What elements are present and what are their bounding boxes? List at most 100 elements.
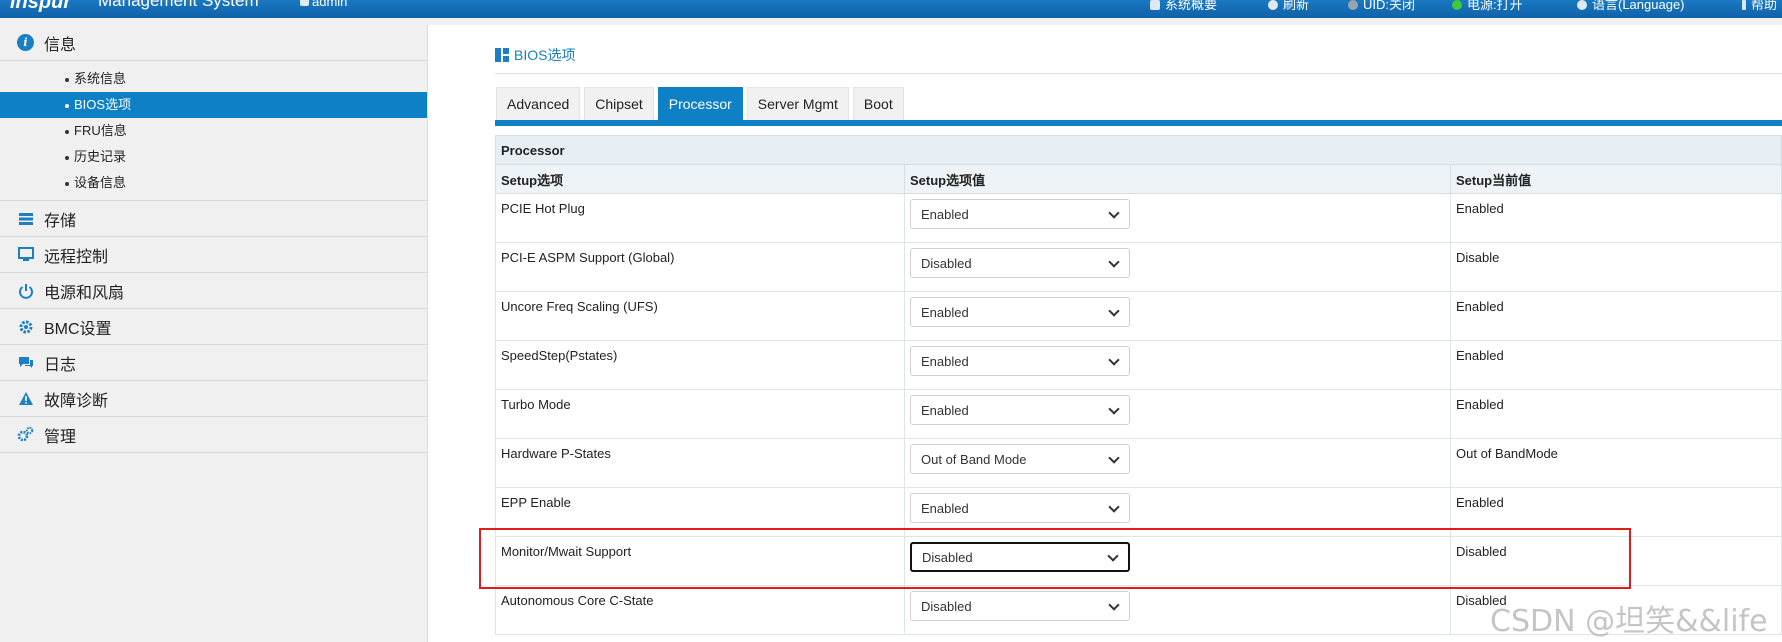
top-header: inspur Management System admin 系统概要 刷新 U… <box>0 0 1782 18</box>
tab-processor[interactable]: Processor <box>657 87 743 120</box>
language-icon <box>1577 0 1587 10</box>
setting-value-cell: Disabled <box>904 536 1451 586</box>
section-title: Processor <box>495 135 1782 165</box>
sidebar-item-diagnostics[interactable]: 故障诊断 <box>0 381 427 417</box>
setting-name: SpeedStep(Pstates) <box>495 340 905 390</box>
page-title: BIOS选项 <box>495 45 575 65</box>
sidebar-item-logs[interactable]: 日志 <box>0 345 427 381</box>
power-status-icon <box>1452 0 1462 10</box>
help-icon <box>1742 0 1746 10</box>
header-uid-status[interactable]: UID:关闭 <box>1348 0 1415 13</box>
setting-value-cell: Enabled <box>904 487 1451 537</box>
tab-advanced[interactable]: Advanced <box>496 87 581 120</box>
setting-current-value: Out of BandMode <box>1450 438 1782 488</box>
system-title: Management System <box>98 0 259 10</box>
setting-current-value: Enabled <box>1450 291 1782 341</box>
chat-icon <box>17 354 34 371</box>
chevron-down-icon <box>1109 601 1119 611</box>
sidebar-item-remote-control[interactable]: 远程控制 <box>0 237 427 273</box>
sidebar-subitem-system-info[interactable]: 系统信息 <box>0 66 427 92</box>
header-language-menu[interactable]: 语言(Language) <box>1577 0 1685 13</box>
panel-grid-icon <box>495 48 509 62</box>
brand-logo: inspur <box>10 0 72 13</box>
table-body: PCIE Hot Plug Enabled Enabled PCI-E ASPM Su… <box>495 193 1782 635</box>
sidebar-subitem-bios-options[interactable]: BIOS选项 <box>0 92 427 118</box>
setting-name: Autonomous Core C-State <box>495 585 905 635</box>
setting-value-cell: Enabled <box>904 389 1451 439</box>
sidebar-item-info[interactable]: i 信息 <box>0 25 427 61</box>
main-content: BIOS选项 Advanced Chipset Processor Server… <box>428 25 1782 642</box>
chevron-down-icon <box>1108 552 1118 562</box>
header-help-link[interactable]: 帮助 <box>1742 0 1777 13</box>
uid-icon <box>1348 0 1358 10</box>
setting-name: PCIE Hot Plug <box>495 193 905 243</box>
chevron-down-icon <box>1109 454 1119 464</box>
setting-value-select[interactable]: Disabled <box>910 248 1130 278</box>
storage-icon <box>17 210 34 227</box>
setting-name: EPP Enable <box>495 487 905 537</box>
select-selected-value: Out of Band Mode <box>921 451 1027 467</box>
select-selected-value: Enabled <box>921 402 969 418</box>
setting-value-select[interactable]: Enabled <box>910 199 1130 229</box>
setting-current-value: Disabled <box>1450 536 1782 586</box>
setting-value-select[interactable]: Enabled <box>910 346 1130 376</box>
title-divider <box>495 73 1782 74</box>
select-selected-value: Enabled <box>921 304 969 320</box>
sidebar-item-storage[interactable]: 存储 <box>0 201 427 237</box>
setting-value-select[interactable]: Disabled <box>910 542 1130 572</box>
chevron-down-icon <box>1109 405 1119 415</box>
header-refresh-link[interactable]: 刷新 <box>1268 0 1309 13</box>
sidebar-item-power-fan[interactable]: 电源和风扇 <box>0 273 427 309</box>
sidebar-subitem-history[interactable]: 历史记录 <box>0 144 427 170</box>
sidebar-info-submenu: 系统信息 BIOS选项 FRU信息 历史记录 设备信息 <box>0 61 427 201</box>
tab-boot[interactable]: Boot <box>852 87 904 120</box>
setting-current-value: Enabled <box>1450 340 1782 390</box>
sidebar: i 信息 系统信息 BIOS选项 FRU信息 历史记录 设备信息 存储 远程控制… <box>0 25 428 642</box>
select-selected-value: Disabled <box>921 255 972 271</box>
setting-value-select[interactable]: Enabled <box>910 297 1130 327</box>
header-power-status[interactable]: 电源:打开 <box>1452 0 1523 13</box>
table-section-header: Processor <box>495 135 1782 165</box>
table-header-row: Setup选项 Setup选项值 Setup当前值 <box>495 164 1782 194</box>
sidebar-item-management[interactable]: 管理 <box>0 417 427 453</box>
table-row: PCI-E ASPM Support (Global) Disabled Disab… <box>495 242 1782 292</box>
setting-value-cell: Enabled <box>904 193 1451 243</box>
select-selected-value: Enabled <box>921 353 969 369</box>
setting-name: PCI-E ASPM Support (Global) <box>495 242 905 292</box>
gear-icon <box>17 318 34 335</box>
warning-icon <box>17 390 34 407</box>
setting-name: Turbo Mode <box>495 389 905 439</box>
setting-value-select[interactable]: Enabled <box>910 395 1130 425</box>
setting-value-cell: Out of Band Mode <box>904 438 1451 488</box>
setting-value-select[interactable]: Enabled <box>910 493 1130 523</box>
sidebar-subitem-device-info[interactable]: 设备信息 <box>0 170 427 196</box>
header-overview-link[interactable]: 系统概要 <box>1150 0 1217 13</box>
refresh-icon <box>1268 0 1278 10</box>
sidebar-item-bmc-settings[interactable]: BMC设置 <box>0 309 427 345</box>
current-user: admin <box>300 0 347 9</box>
watermark: CSDN @坦笑&&life <box>1490 604 1768 639</box>
info-icon: i <box>17 34 34 51</box>
column-header-option: Setup选项 <box>495 164 905 194</box>
chevron-down-icon <box>1109 209 1119 219</box>
setting-value-select[interactable]: Disabled <box>910 591 1130 621</box>
table-row: PCIE Hot Plug Enabled Enabled <box>495 193 1782 243</box>
select-selected-value: Disabled <box>922 549 973 565</box>
processor-settings-table: Processor Setup选项 Setup选项值 Setup当前值 PCIE… <box>495 135 1782 635</box>
chevron-down-icon <box>1109 258 1119 268</box>
user-icon <box>300 0 309 6</box>
setting-value-select[interactable]: Out of Band Mode <box>910 444 1130 474</box>
table-row: Turbo Mode Enabled Enabled <box>495 389 1782 439</box>
setting-current-value: Enabled <box>1450 193 1782 243</box>
table-row: SpeedStep(Pstates) Enabled Enabled <box>495 340 1782 390</box>
select-selected-value: Enabled <box>921 206 969 222</box>
chevron-down-icon <box>1109 356 1119 366</box>
select-selected-value: Disabled <box>921 598 972 614</box>
monitor-icon <box>17 246 34 263</box>
user-name: admin <box>312 0 348 9</box>
column-header-option-value: Setup选项值 <box>904 164 1451 194</box>
tab-server-mgmt[interactable]: Server Mgmt <box>746 87 849 120</box>
setting-name: Monitor/Mwait Support <box>495 536 905 586</box>
tab-chipset[interactable]: Chipset <box>584 87 654 120</box>
sidebar-subitem-fru-info[interactable]: FRU信息 <box>0 118 427 144</box>
